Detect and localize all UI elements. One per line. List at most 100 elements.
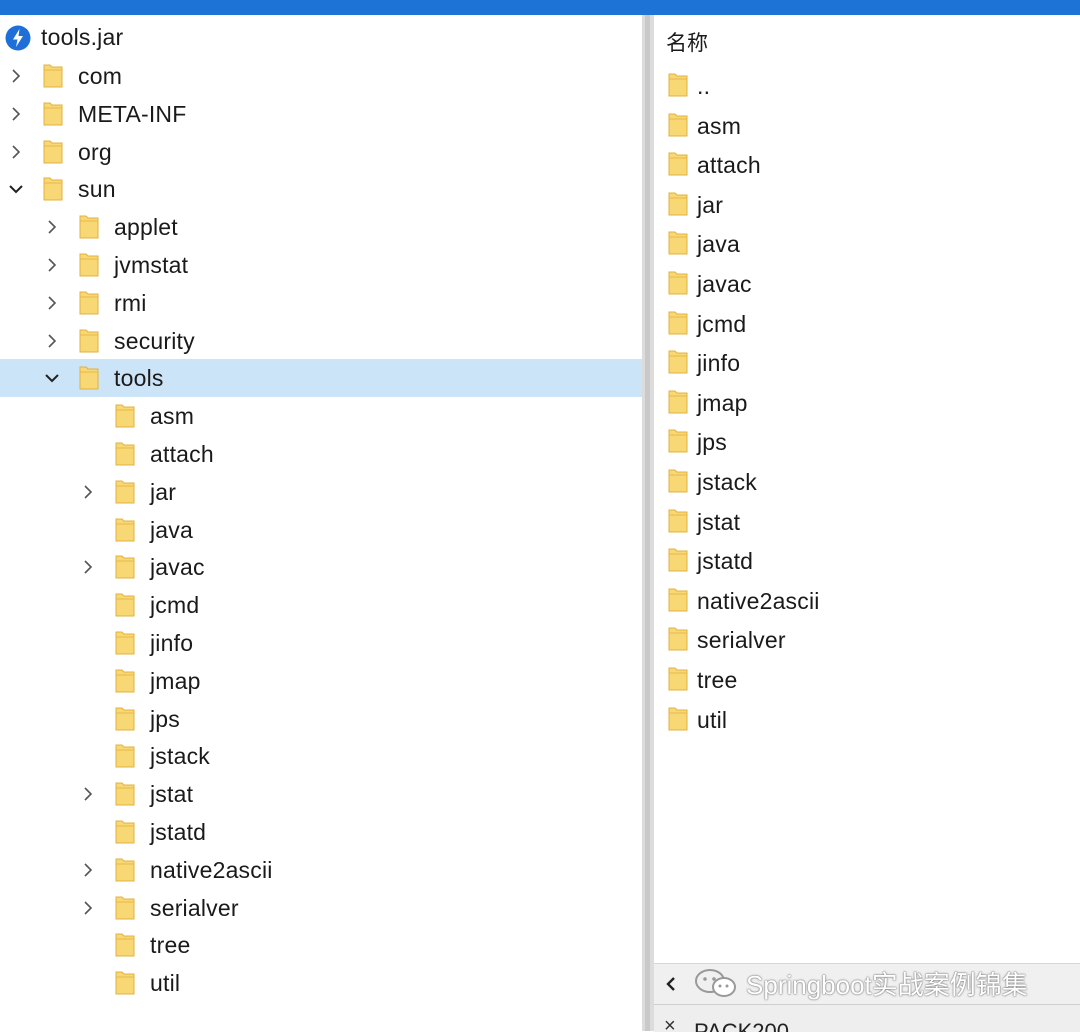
folder-icon xyxy=(668,548,688,572)
tree-item-security[interactable]: security xyxy=(0,322,642,360)
tree-item-tree[interactable]: tree xyxy=(0,926,642,964)
tree-item-label: jvmstat xyxy=(114,252,189,278)
tree-item-jinfo[interactable]: jinfo xyxy=(0,624,642,662)
folder-icon xyxy=(115,518,135,542)
list-item[interactable]: util xyxy=(654,701,1080,739)
list-item[interactable]: jinfo xyxy=(654,344,1080,382)
tree-item-attach[interactable]: attach xyxy=(0,435,642,473)
tree-item-label: jps xyxy=(150,705,181,732)
tree-item-label: java xyxy=(150,516,193,543)
folder-icon xyxy=(115,707,135,731)
tree-item-label: native2ascii xyxy=(150,856,273,883)
tree-item-applet[interactable]: applet xyxy=(0,208,642,246)
tree-item-jstatd[interactable]: jstatd xyxy=(0,813,642,851)
list-item-label: serialver xyxy=(697,627,786,654)
tree-item-com[interactable]: com xyxy=(0,57,642,95)
tree-item-javac[interactable]: javac xyxy=(0,548,642,586)
list-item[interactable]: tree xyxy=(654,661,1080,699)
list-item-label: jstatd xyxy=(697,548,754,575)
tree-item-label: util xyxy=(150,970,181,997)
tree-item-label: org xyxy=(78,138,112,165)
bottom-close-icon[interactable]: × xyxy=(664,1015,676,1032)
expand-toggle[interactable] xyxy=(8,144,24,160)
tree-item-label: security xyxy=(114,327,195,354)
folder-icon xyxy=(115,669,135,693)
tree-item-label: javac xyxy=(150,554,205,581)
expand-toggle[interactable] xyxy=(8,68,24,84)
tree-item-sun[interactable]: sun xyxy=(0,170,642,208)
tree-item-jvmstat[interactable]: jvmstat xyxy=(0,246,642,284)
folder-icon xyxy=(115,631,135,655)
tree-root[interactable]: tools.jar xyxy=(0,15,642,53)
folder-icon xyxy=(668,469,688,493)
chevron-left-icon xyxy=(666,977,675,991)
expand-toggle[interactable] xyxy=(44,257,60,273)
tree-item-serialver[interactable]: serialver xyxy=(0,889,642,927)
tree-item-meta-inf[interactable]: META-INF xyxy=(0,95,642,133)
list-item[interactable]: native2ascii xyxy=(654,582,1080,620)
folder-icon xyxy=(79,215,99,239)
wechat-logo-icon xyxy=(695,969,736,997)
list-item-label: java xyxy=(697,231,740,258)
list-item[interactable]: jstack xyxy=(654,463,1080,501)
list-item[interactable]: serialver xyxy=(654,621,1080,659)
chevron-right-icon xyxy=(84,901,93,915)
list-item[interactable]: jps xyxy=(654,423,1080,461)
tree-item-jstack[interactable]: jstack xyxy=(0,737,642,775)
list-item[interactable]: jcmd xyxy=(654,305,1080,343)
tree-item-jps[interactable]: jps xyxy=(0,700,642,738)
tree-item-tools[interactable]: tools xyxy=(0,359,642,398)
tree-item-rmi[interactable]: rmi xyxy=(0,284,642,322)
folder-icon xyxy=(668,231,688,255)
list-item[interactable]: attach xyxy=(654,146,1080,184)
tree-item-label: jar xyxy=(150,478,177,505)
collapse-toggle[interactable] xyxy=(8,181,24,197)
tree-item-label: tree xyxy=(150,932,191,959)
tree-item-jar[interactable]: jar xyxy=(0,473,642,511)
folder-icon xyxy=(668,350,688,374)
folder-icon xyxy=(115,404,135,428)
list-item[interactable]: jstat xyxy=(654,503,1080,541)
list-item[interactable]: javac xyxy=(654,265,1080,303)
tree-item-org[interactable]: org xyxy=(0,133,642,171)
list-item-label: .. xyxy=(697,73,711,99)
folder-icon xyxy=(43,102,63,126)
expand-toggle[interactable] xyxy=(80,862,96,878)
tree-item-asm[interactable]: asm xyxy=(0,397,642,435)
list-item[interactable]: jar xyxy=(654,186,1080,224)
tree-item-java[interactable]: java xyxy=(0,511,642,549)
list-item[interactable]: jstatd xyxy=(654,542,1080,580)
tree-item-jmap[interactable]: jmap xyxy=(0,662,642,700)
expand-toggle[interactable] xyxy=(44,295,60,311)
list-item[interactable]: java xyxy=(654,225,1080,263)
tree-item-label: com xyxy=(78,63,123,89)
expand-toggle[interactable] xyxy=(80,559,96,575)
tree-item-label: jstatd xyxy=(150,819,207,845)
folder-icon xyxy=(668,627,688,651)
folder-tree[interactable]: tools.jar com META-INF org sun applet jvmstat… xyxy=(0,15,642,1031)
list-item[interactable]: jmap xyxy=(654,384,1080,422)
tree-item-jstat[interactable]: jstat xyxy=(0,775,642,813)
expand-toggle[interactable] xyxy=(44,219,60,235)
bottom-panel-tab[interactable]: PACK200 xyxy=(694,1019,789,1032)
expand-toggle[interactable] xyxy=(80,484,96,500)
expand-toggle[interactable] xyxy=(8,106,24,122)
tree-item-util[interactable]: util xyxy=(0,964,642,1002)
expand-toggle[interactable] xyxy=(44,333,60,349)
file-list[interactable]: 名称 .. asm attach jar java javac jcmd jinfo jmap j… xyxy=(654,15,1080,975)
list-item[interactable]: .. xyxy=(654,67,1080,105)
list-item-label: jstack xyxy=(697,469,757,495)
column-header-name[interactable]: 名称 xyxy=(666,27,708,57)
expand-toggle[interactable] xyxy=(80,900,96,916)
collapse-toggle[interactable] xyxy=(44,370,60,386)
list-item[interactable]: asm xyxy=(654,107,1080,145)
chevron-right-icon xyxy=(12,145,21,159)
chevron-right-icon xyxy=(48,296,57,310)
folder-icon xyxy=(79,253,99,277)
chevron-right-icon xyxy=(48,258,57,272)
scroll-left-button[interactable] xyxy=(660,972,682,996)
tree-item-jcmd[interactable]: jcmd xyxy=(0,586,642,624)
expand-toggle[interactable] xyxy=(80,786,96,802)
folder-icon xyxy=(668,311,688,335)
tree-item-native2ascii[interactable]: native2ascii xyxy=(0,851,642,889)
